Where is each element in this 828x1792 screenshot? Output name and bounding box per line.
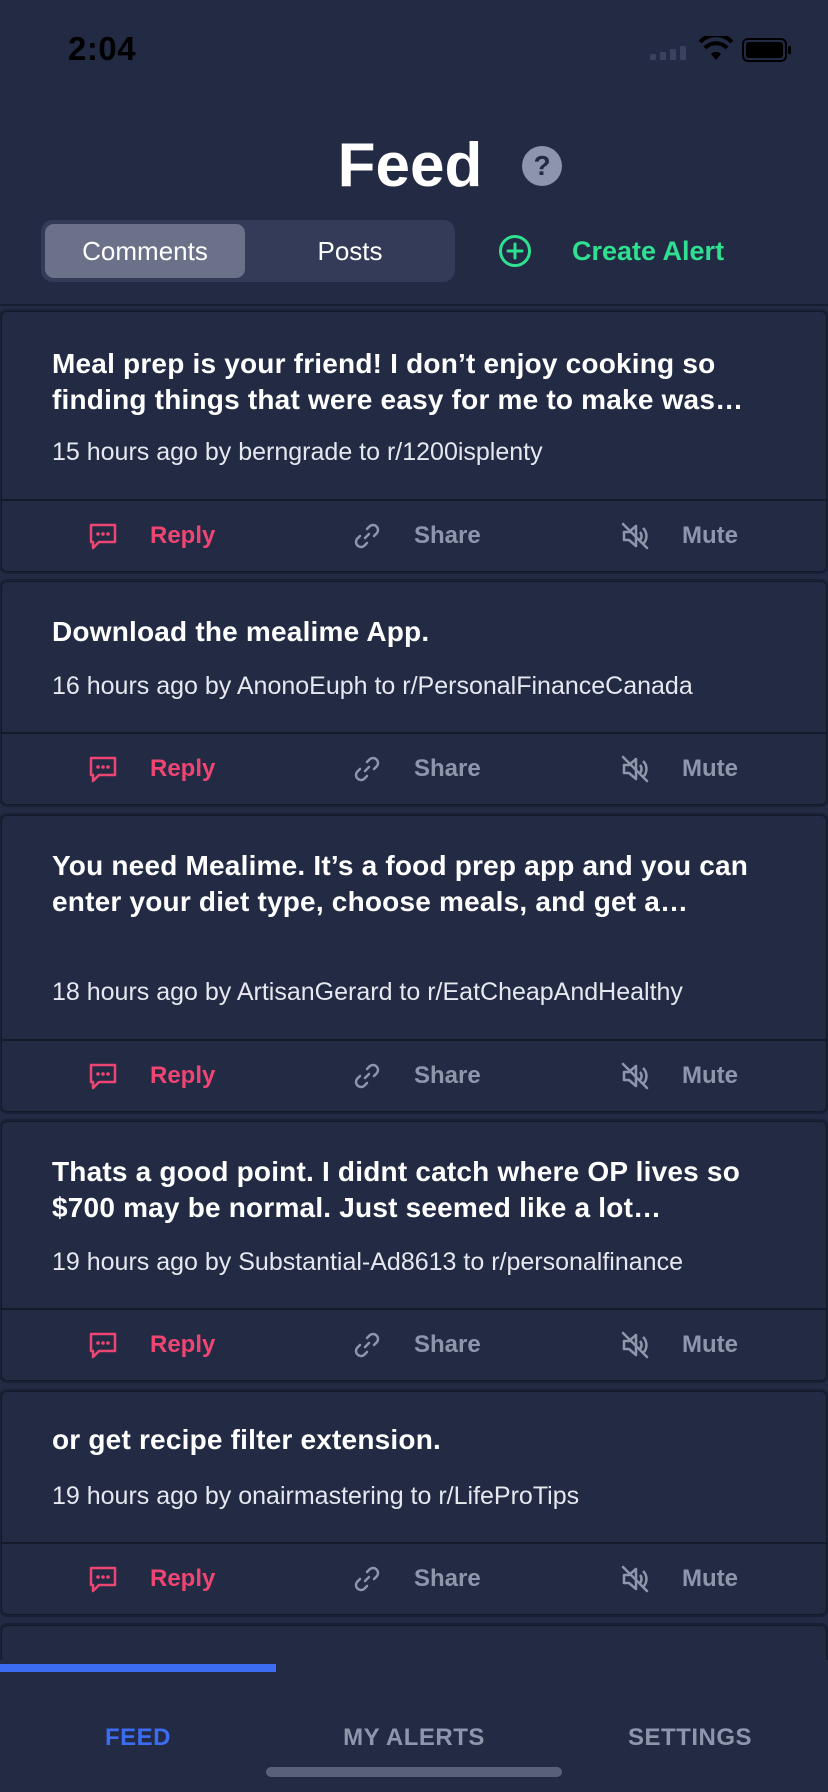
plus-circle-icon — [499, 235, 531, 267]
speaker-off-icon — [621, 1565, 649, 1593]
speaker-off-icon — [621, 522, 649, 550]
reply-label: Reply — [150, 1331, 216, 1358]
tab-settings[interactable]: SETTINGS — [552, 1724, 828, 1752]
mute-label: Mute — [682, 522, 738, 549]
card-actions: Reply Share Mute — [2, 1039, 826, 1111]
tab-my-alerts[interactable]: MY ALERTS — [276, 1724, 552, 1752]
comment-meta: 19 hours ago by Substantial-Ad8613 to r/… — [52, 1248, 683, 1276]
link-icon — [354, 523, 380, 549]
comment-text: Meal prep is your friend! I don’t enjoy … — [52, 348, 744, 415]
reply-label: Reply — [150, 1565, 216, 1592]
page-title: Feed — [337, 131, 483, 200]
segment-comments[interactable]: Comments — [45, 224, 245, 278]
share-button[interactable]: Share — [352, 1544, 481, 1614]
reply-button[interactable]: Reply — [88, 1544, 215, 1614]
share-label: Share — [414, 1331, 481, 1358]
link-icon — [354, 1332, 380, 1358]
battery-icon — [742, 38, 791, 62]
mute-button[interactable]: Mute — [620, 1041, 738, 1111]
header: Feed ? — [0, 120, 828, 220]
reply-button[interactable]: Reply — [88, 1310, 215, 1380]
comment-text: Download the mealime App. — [52, 616, 430, 647]
card-actions: Reply Share Mute — [2, 1542, 826, 1614]
feed-card[interactable]: Thats a good point. I didnt catch where … — [1, 1121, 827, 1381]
feed-card[interactable]: Download the mealime App. 16 hours ago b… — [1, 581, 827, 805]
status-time: 2:04 — [68, 30, 137, 67]
home-indicator[interactable] — [266, 1767, 562, 1777]
mute-label: Mute — [682, 1331, 738, 1358]
feed-card[interactable]: Meal prep is your friend! I don’t enjoy … — [1, 311, 827, 572]
tab-indicator — [0, 1664, 276, 1672]
message-icon — [89, 1063, 117, 1090]
feed-card[interactable]: or get recipe filter extension. 19 hours… — [1, 1391, 827, 1615]
comment-meta: 18 hours ago by ArtisanGerard to r/EatCh… — [52, 978, 683, 1006]
cellular-signal-icon — [650, 46, 686, 60]
reply-button[interactable]: Reply — [88, 1041, 215, 1111]
message-icon — [89, 1566, 117, 1593]
segmented-control: Comments Posts — [41, 220, 455, 282]
wifi-icon — [699, 36, 733, 60]
speaker-off-icon — [621, 1062, 649, 1090]
comment-text: Thats a good point. I didnt catch where … — [52, 1156, 741, 1223]
create-alert-label: Create Alert — [572, 235, 725, 266]
message-icon — [89, 523, 117, 550]
comment-meta: 19 hours ago by onairmastering to r/Life… — [52, 1482, 580, 1510]
share-button[interactable]: Share — [352, 1041, 481, 1111]
share-label: Share — [414, 1062, 481, 1089]
share-button[interactable]: Share — [352, 1310, 481, 1380]
reply-button[interactable]: Reply — [88, 734, 215, 804]
feed-card[interactable]: You need Mealime. It’s a food prep app a… — [1, 815, 827, 1112]
status-bar: 2:04 — [0, 0, 828, 100]
comment-text: or get recipe filter extension. — [52, 1424, 441, 1455]
reply-label: Reply — [150, 755, 216, 782]
divider — [0, 304, 828, 306]
mute-button[interactable]: Mute — [620, 501, 738, 571]
share-button[interactable]: Share — [352, 734, 481, 804]
share-label: Share — [414, 1565, 481, 1592]
card-actions: Reply Share Mute — [2, 499, 826, 571]
mute-button[interactable]: Mute — [620, 1310, 738, 1380]
mute-label: Mute — [682, 1062, 738, 1089]
mute-button[interactable]: Mute — [620, 734, 738, 804]
reply-label: Reply — [150, 1062, 216, 1089]
share-label: Share — [414, 522, 481, 549]
link-icon — [354, 1063, 380, 1089]
segment-posts[interactable]: Posts — [249, 224, 451, 278]
share-label: Share — [414, 755, 481, 782]
link-icon — [354, 756, 380, 782]
mute-label: Mute — [682, 755, 738, 782]
mute-label: Mute — [682, 1565, 738, 1592]
reply-button[interactable]: Reply — [88, 501, 215, 571]
speaker-off-icon — [621, 755, 649, 783]
reply-label: Reply — [150, 522, 216, 549]
card-actions: Reply Share Mute — [2, 732, 826, 804]
message-icon — [89, 756, 117, 783]
create-alert-button[interactable]: Create Alert — [498, 226, 724, 276]
speaker-off-icon — [621, 1331, 649, 1359]
message-icon — [89, 1332, 117, 1359]
comment-text: You need Mealime. It’s a food prep app a… — [52, 850, 749, 917]
comment-meta: 15 hours ago by berngrade to r/1200isple… — [52, 438, 543, 466]
card-actions: Reply Share Mute — [2, 1308, 826, 1380]
share-button[interactable]: Share — [352, 501, 481, 571]
mute-button[interactable]: Mute — [620, 1544, 738, 1614]
link-icon — [354, 1566, 380, 1592]
question-circle-icon[interactable]: ? — [522, 146, 562, 186]
comment-meta: 16 hours ago by AnonoEuph to r/PersonalF… — [52, 672, 693, 700]
tab-feed[interactable]: FEED — [0, 1724, 276, 1752]
